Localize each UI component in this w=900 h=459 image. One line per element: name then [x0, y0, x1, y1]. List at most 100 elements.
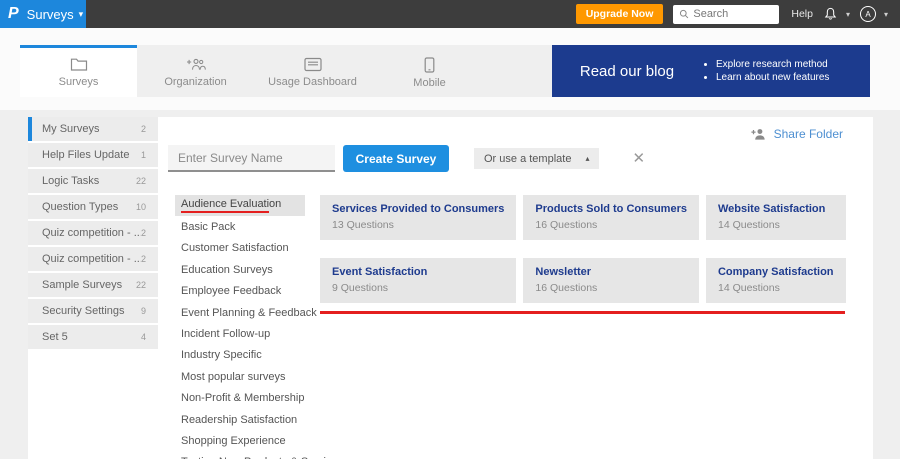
tab-surveys[interactable]: Surveys: [20, 45, 137, 97]
template-category[interactable]: Readership Satisfaction: [175, 409, 320, 430]
tab-label: Organization: [164, 76, 227, 88]
template-category[interactable]: Basic Pack: [175, 216, 320, 237]
template-category[interactable]: Employee Feedback: [175, 281, 320, 302]
search-input[interactable]: [693, 8, 774, 20]
folder-label: Help Files Update: [42, 149, 130, 161]
category-label: Basic Pack: [181, 221, 236, 234]
page: P Surveys ▾ Upgrade Now Help ▾: [0, 0, 900, 459]
templates-section: Audience Evaluation Basic Pack Customer …: [175, 195, 873, 459]
category-label: Employee Feedback: [181, 285, 282, 298]
create-survey-button[interactable]: Create Survey: [343, 145, 449, 172]
annotation-line: [320, 311, 845, 314]
folder-count: 1: [140, 150, 146, 160]
folder-label: Quiz competition - ...: [42, 227, 141, 239]
tab-mobile[interactable]: Mobile: [371, 45, 488, 97]
template-category[interactable]: Event Planning & Feedback: [175, 302, 320, 323]
template-dropdown[interactable]: Or use a template ▴: [474, 148, 600, 169]
avatar: A: [859, 6, 876, 22]
folder-label: Logic Tasks: [42, 175, 100, 187]
template-card[interactable]: Event Satisfaction 9 Questions: [320, 258, 517, 303]
bell-icon: [824, 7, 837, 20]
sidebar-item-quiz-competition-1[interactable]: Quiz competition - ... 2: [28, 221, 158, 245]
proprofs-logo: P: [8, 5, 19, 22]
folder-icon: [70, 58, 87, 71]
template-category[interactable]: Incident Follow-up: [175, 323, 320, 344]
template-card[interactable]: Newsletter 16 Questions: [523, 258, 699, 303]
sidebar-item-my-surveys[interactable]: My Surveys 2: [28, 117, 158, 141]
template-category-audience-evaluation[interactable]: Audience Evaluation: [175, 195, 305, 217]
sidebar-item-logic-tasks[interactable]: Logic Tasks 22: [28, 169, 158, 193]
notifications-menu[interactable]: ▾: [823, 6, 850, 22]
template-card-title: Products Sold to Consumers: [535, 203, 687, 215]
share-folder-label: Share Folder: [773, 127, 843, 141]
sidebar-item-help-files-update[interactable]: Help Files Update 1: [28, 143, 158, 167]
product-name: Surveys: [26, 6, 74, 22]
template-card-questions: 14 Questions: [717, 282, 780, 294]
search-box[interactable]: [673, 4, 780, 24]
folder-count: 22: [135, 280, 146, 290]
sidebar-item-question-types[interactable]: Question Types 10: [28, 195, 158, 219]
share-folder-button[interactable]: Share Folder: [750, 127, 843, 141]
sidebar-item-security-settings[interactable]: Security Settings 9: [28, 299, 158, 323]
template-category[interactable]: Shopping Experience: [175, 430, 320, 451]
category-label: Audience Evaluation: [181, 198, 282, 211]
template-category[interactable]: Non-Profit & Membership: [175, 388, 320, 409]
close-icon[interactable]: ✕: [632, 151, 645, 166]
share-person-add-icon: [751, 129, 765, 140]
topbar: P Surveys ▾ Upgrade Now Help ▾: [0, 0, 900, 28]
template-cards: Services Provided to Consumers 13 Questi…: [320, 195, 846, 459]
template-card-title: Website Satisfaction: [717, 203, 826, 215]
annotation-underline: [181, 211, 269, 214]
folder-label: Sample Surveys: [42, 279, 123, 291]
template-category[interactable]: Customer Satisfaction: [175, 238, 320, 259]
upgrade-now-button[interactable]: Upgrade Now: [575, 4, 664, 24]
category-label: Shopping Experience: [181, 434, 286, 447]
header-band: Surveys Organization Usage Dashboard Mob…: [0, 28, 900, 110]
account-menu[interactable]: A ▾: [859, 6, 888, 22]
search-icon: [680, 9, 689, 19]
help-link[interactable]: Help: [791, 8, 813, 20]
template-card-title: Newsletter: [535, 266, 592, 278]
template-card[interactable]: Company Satisfaction 14 Questions: [705, 258, 846, 303]
template-card[interactable]: Products Sold to Consumers 16 Questions: [523, 195, 699, 240]
template-card[interactable]: Services Provided to Consumers 13 Questi…: [320, 195, 517, 240]
tab-label: Mobile: [413, 76, 446, 89]
dashboard-icon: [303, 57, 322, 72]
template-card[interactable]: Website Satisfaction 14 Questions: [705, 195, 846, 240]
app-switcher[interactable]: P Surveys ▾: [0, 0, 86, 28]
template-card-questions: 14 Questions: [717, 219, 780, 231]
blog-promo[interactable]: Read our blog Explore research method Le…: [552, 45, 870, 97]
folder-label: Question Types: [42, 201, 119, 213]
folder-count: 22: [135, 176, 146, 186]
people-add-icon: [186, 58, 206, 70]
template-card-questions: 9 Questions: [332, 282, 389, 294]
caret-up-icon: ▴: [585, 154, 590, 163]
template-category[interactable]: Most popular surveys: [175, 366, 320, 387]
blog-bullet: Learn about new features: [716, 72, 829, 83]
tabs-row: Surveys Organization Usage Dashboard Mob…: [20, 45, 870, 97]
template-card-title: Services Provided to Consumers: [332, 203, 505, 215]
tab-organization[interactable]: Organization: [137, 45, 254, 97]
tabstrip: Surveys Organization Usage Dashboard Mob…: [20, 45, 552, 97]
template-category[interactable]: Testing New Products & Services: [175, 452, 343, 459]
mobile-icon: [424, 56, 435, 73]
category-label: Customer Satisfaction: [181, 242, 289, 255]
create-survey-toolbar: Create Survey Or use a template ▴ ✕: [168, 145, 873, 172]
sidebar-item-set-5[interactable]: Set 5 4: [28, 325, 158, 349]
folder-label: Set 5: [42, 331, 68, 343]
sidebar-item-sample-surveys[interactable]: Sample Surveys 22: [28, 273, 158, 297]
folder-count: 4: [140, 332, 146, 342]
template-card-grid: Services Provided to Consumers 13 Questi…: [320, 195, 846, 303]
tab-label: Surveys: [58, 76, 99, 88]
category-label: Education Surveys: [181, 263, 273, 276]
template-dropdown-label: Or use a template: [484, 152, 572, 165]
tab-usage-dashboard[interactable]: Usage Dashboard: [254, 45, 371, 97]
template-category[interactable]: Industry Specific: [175, 345, 320, 366]
main-area: Share Folder Create Survey Or use a temp…: [158, 117, 873, 459]
sidebar-item-quiz-competition-2[interactable]: Quiz competition - ... 2: [28, 247, 158, 271]
folder-label: My Surveys: [42, 123, 100, 135]
category-label: Readership Satisfaction: [181, 413, 298, 426]
survey-name-input[interactable]: [168, 145, 335, 172]
template-category[interactable]: Education Surveys: [175, 259, 320, 280]
template-card-title: Event Satisfaction: [332, 266, 428, 278]
